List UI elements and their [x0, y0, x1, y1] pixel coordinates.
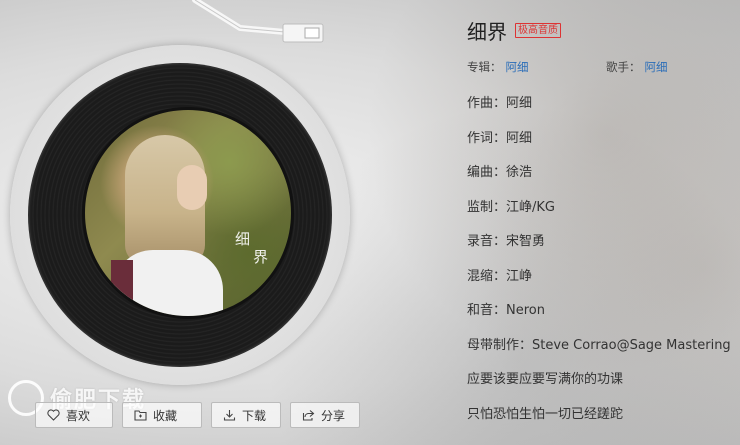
heart-icon [46, 408, 60, 422]
download-icon [222, 408, 236, 422]
like-button[interactable]: 喜欢 [35, 402, 113, 428]
album-link[interactable]: 阿细 [506, 60, 529, 74]
lyric-line: 监制：江峥/KG [467, 199, 555, 215]
download-label: 下载 [242, 408, 267, 423]
quality-badge: 极高音质 [515, 23, 561, 38]
share-button[interactable]: 分享 [290, 402, 360, 428]
cover-title-line2: 界 [253, 248, 269, 266]
lyric-line: 混缩：江峥 [467, 268, 533, 284]
singer-info: 歌手： 阿细 [606, 59, 668, 75]
cover-figure-scarf [111, 260, 133, 316]
share-icon [301, 408, 315, 422]
action-bar: 喜欢 收藏 下载 分享 [35, 402, 360, 428]
cover-title-line1: 细 [235, 230, 251, 248]
album-cover[interactable]: 细 界 [82, 107, 294, 319]
singer-label: 歌手： [606, 60, 641, 74]
album-info: 专辑： 阿细 [467, 59, 606, 75]
lyric-line: 作词：阿细 [467, 130, 533, 146]
lyric-line: 作曲：阿细 [467, 96, 533, 111]
lyrics-credits: 作曲：阿细 作词：阿细 编曲：徐浩 监制：江峥/KG 录音：宋智勇 混缩：江峥 … [467, 95, 737, 440]
lyric-line: 录音：宋智勇 [467, 234, 546, 249]
lyric-line: 只怕恐怕生怕一切已经蹉跎 [467, 406, 624, 422]
lyric-line: 和音：Neron [467, 303, 545, 318]
song-title: 细界 [467, 20, 507, 44]
collect-button[interactable]: 收藏 [122, 402, 202, 428]
singer-link[interactable]: 阿细 [645, 60, 668, 74]
like-label: 喜欢 [66, 408, 91, 423]
folder-icon [133, 408, 147, 422]
tonearm [192, 0, 324, 43]
album-label: 专辑： [467, 60, 502, 74]
lyric-line: 应要该要应要写满你的功课 [467, 372, 624, 387]
share-label: 分享 [321, 408, 346, 423]
song-info-panel: 细界 极高音质 专辑： 阿细 歌手： 阿细 作曲：阿细 作词：阿细 编曲：徐浩 监制… [467, 16, 737, 440]
lyric-line: 母带制作：Steve Corrao@Sage Mastering [467, 337, 731, 353]
download-button[interactable]: 下载 [211, 402, 281, 428]
cover-figure-face [177, 165, 207, 210]
cover-title-text: 细 界 [235, 230, 268, 266]
lyric-line: 编曲：徐浩 [467, 165, 533, 180]
record-player: 细 界 [0, 0, 440, 445]
meta-row: 专辑： 阿细 歌手： 阿细 [467, 59, 737, 75]
collect-label: 收藏 [153, 408, 178, 423]
title-row: 细界 极高音质 [467, 16, 737, 45]
